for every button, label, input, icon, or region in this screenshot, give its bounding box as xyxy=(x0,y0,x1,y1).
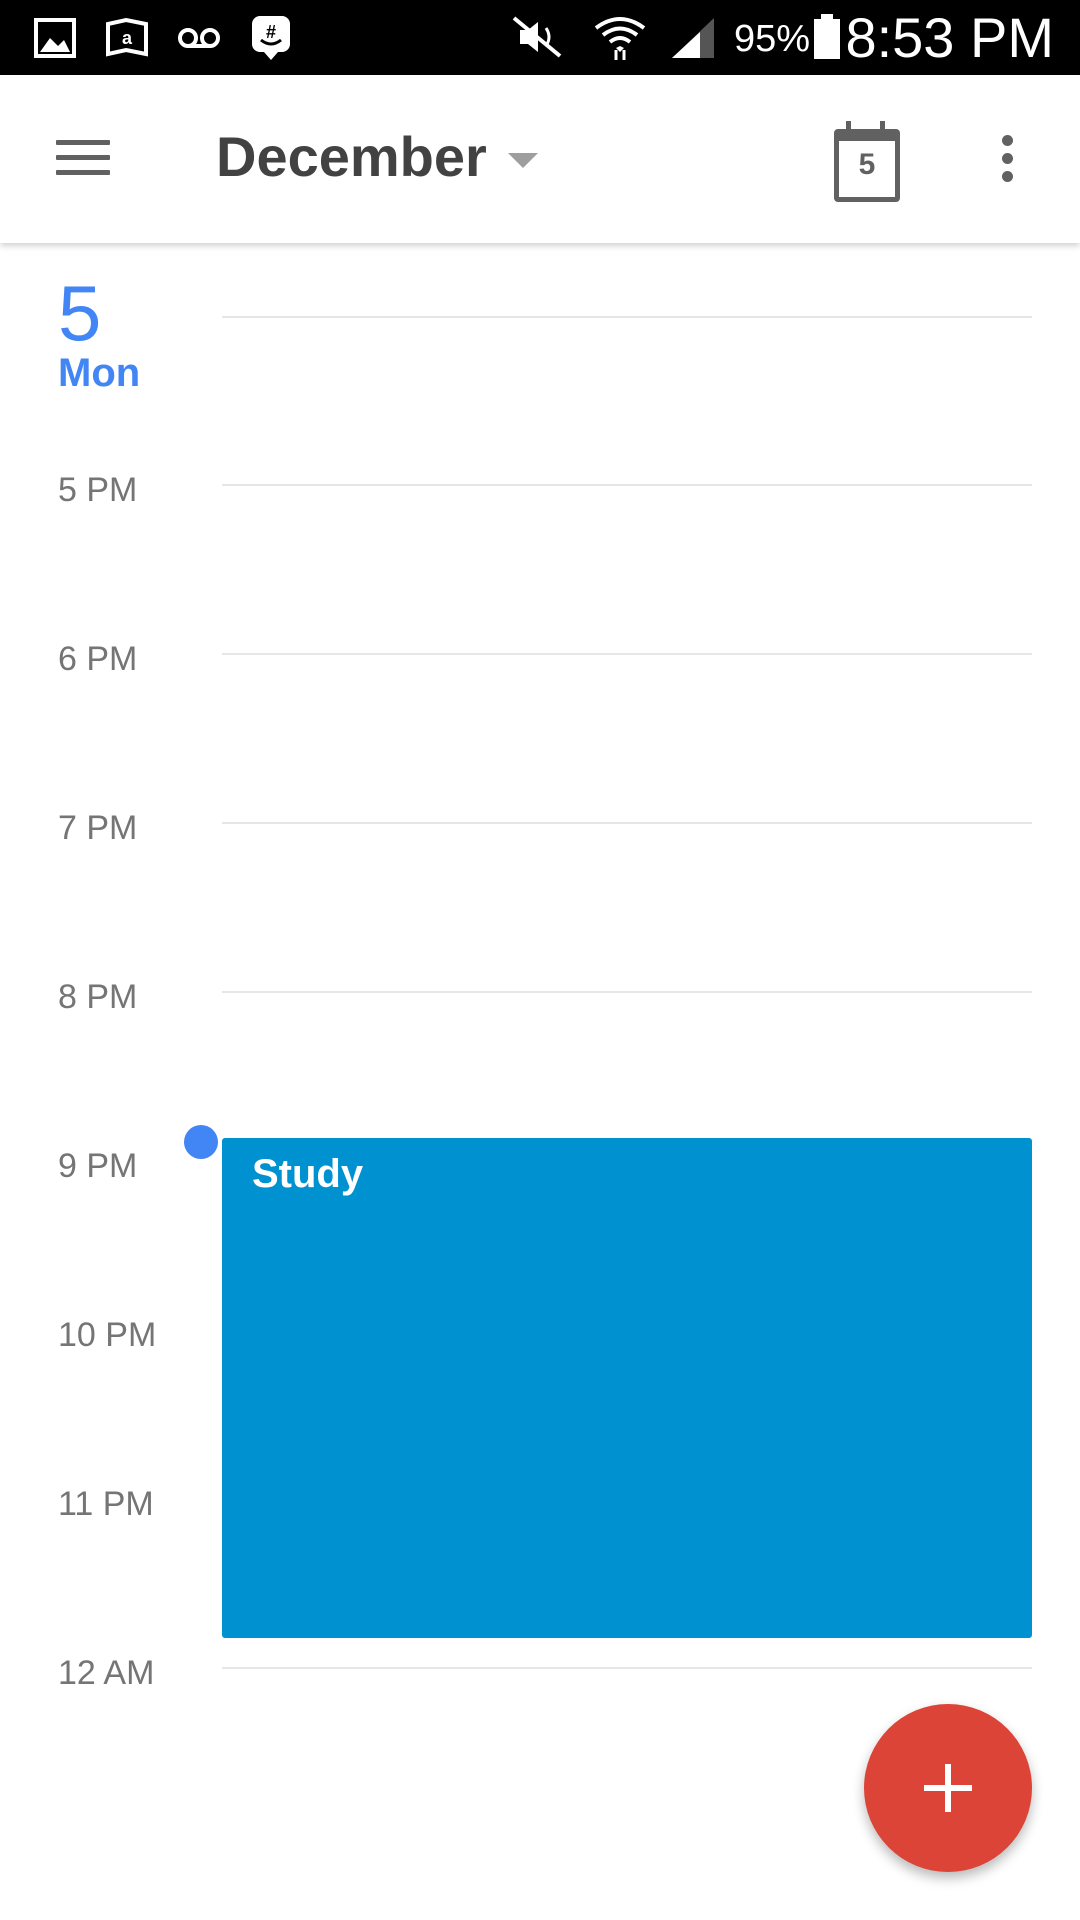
event-title: Study xyxy=(252,1152,364,1196)
calendar-screen: a # 95% 8:53 PM December 5 5 Mon 5 PM 6 … xyxy=(0,0,1080,1920)
hour-gridline xyxy=(222,653,1032,655)
add-event-button[interactable] xyxy=(864,1704,1032,1872)
hour-label: 12 AM xyxy=(58,1654,155,1692)
svg-text:a: a xyxy=(122,28,133,48)
status-bar: a # 95% 8:53 PM xyxy=(0,0,1080,75)
more-options-icon[interactable] xyxy=(984,127,1032,191)
day-view[interactable]: 5 Mon 5 PM 6 PM 7 PM 8 PM 9 PM 10 PM 11 … xyxy=(0,243,1080,1920)
hour-label: 9 PM xyxy=(58,1147,138,1185)
hour-label: 8 PM xyxy=(58,978,138,1016)
hour-label: 10 PM xyxy=(58,1316,157,1354)
hour-gridline xyxy=(222,991,1032,993)
hour-label: 7 PM xyxy=(58,809,138,847)
current-time-indicator xyxy=(184,1125,218,1159)
today-number: 5 xyxy=(858,148,876,181)
month-title[interactable]: December xyxy=(216,125,487,189)
mute-icon xyxy=(512,16,562,58)
hour-label: 6 PM xyxy=(58,640,138,678)
wifi-icon xyxy=(594,17,646,60)
groupme-icon: # xyxy=(252,16,290,60)
gallery-icon xyxy=(34,18,76,58)
voicemail-icon xyxy=(178,28,220,48)
hour-gridline xyxy=(222,822,1032,824)
app-bar: December 5 xyxy=(0,75,1080,243)
signal-icon xyxy=(672,18,714,58)
today-calendar-icon[interactable]: 5 xyxy=(828,117,902,202)
chevron-down-icon[interactable] xyxy=(508,153,538,168)
amazon-kindle-icon: a xyxy=(106,17,148,57)
menu-icon[interactable] xyxy=(40,127,128,191)
event-study[interactable]: Study xyxy=(222,1138,1032,1638)
hour-gridline xyxy=(222,316,1032,318)
battery-percent: 95% xyxy=(734,18,811,60)
battery-icon xyxy=(814,14,840,59)
hour-gridline xyxy=(222,484,1032,486)
day-weekday[interactable]: Mon xyxy=(58,349,140,397)
hour-label: 5 PM xyxy=(58,471,138,509)
hour-label: 11 PM xyxy=(58,1485,154,1523)
status-time: 8:53 PM xyxy=(845,6,1054,69)
hour-gridline xyxy=(222,1667,1032,1669)
day-number[interactable]: 5 xyxy=(58,271,101,355)
svg-text:#: # xyxy=(266,22,276,42)
